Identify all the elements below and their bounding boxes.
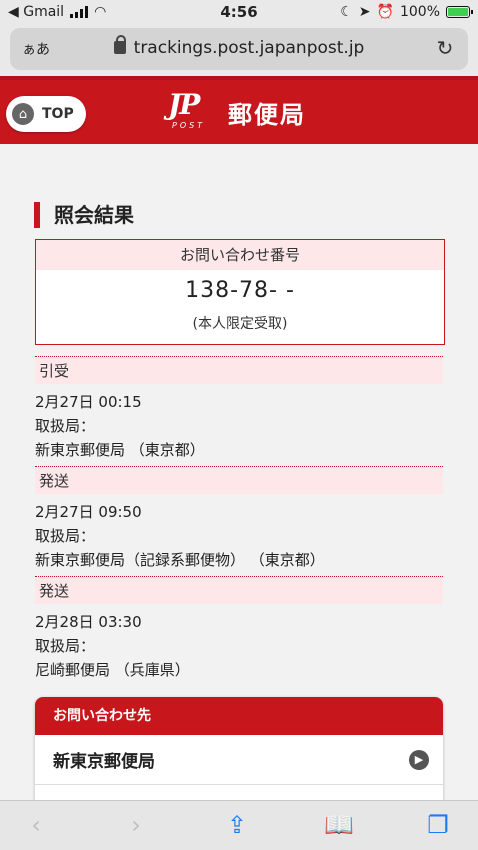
moon-icon: ☾: [340, 4, 353, 20]
alarm-icon: ⏰: [376, 4, 394, 20]
browser-toolbar: ‹ › ⇪ 📖 ❐: [0, 800, 478, 850]
contact-office-name: 新東京郵便局: [53, 752, 155, 772]
event-details: 2月27日 00:15 取扱局： 新東京郵便局 （東京都）: [35, 390, 443, 462]
event-status: 発送: [35, 576, 443, 604]
battery-icon: [446, 6, 473, 18]
site-header: ⌂ TOP JP POST 郵便局: [0, 76, 478, 144]
contact-card: お問い合わせ先 新東京郵便局 ▶: [35, 697, 443, 817]
tabs-icon[interactable]: ❐: [424, 811, 452, 839]
contact-title: お問い合わせ先: [35, 697, 443, 735]
inquiry-number-box: お問い合わせ番号 138-78- - (本人限定受取): [35, 239, 445, 345]
tracking-number: 138-78- -: [185, 278, 295, 303]
address-bar[interactable]: ぁあ trackings.post.japanpost.jp ↻: [10, 28, 468, 70]
event-details: 2月27日 09:50 取扱局： 新東京郵便局（記録系郵便物） （東京都）: [35, 500, 443, 572]
top-button-label: TOP: [42, 106, 74, 122]
location-icon: ➤: [358, 4, 371, 20]
event-details: 2月28日 03:30 取扱局： 尼崎郵便局 （兵庫県）: [35, 610, 443, 682]
event-office: 新東京郵便局 （東京都）: [35, 441, 205, 459]
main-content: 照会結果 お問い合わせ番号 138-78- - (本人限定受取) 引受 2月27…: [0, 144, 478, 817]
lock-icon: [113, 35, 126, 54]
inquiry-number-label: お問い合わせ番号: [36, 240, 444, 270]
event-office-label: 取扱局：: [35, 637, 96, 655]
contact-office-link[interactable]: 新東京郵便局 ▶: [35, 735, 443, 785]
battery-percent: 100%: [399, 4, 440, 20]
event-datetime: 2月27日 00:15: [35, 393, 142, 411]
event-status: 引受: [35, 356, 443, 384]
bookmarks-icon[interactable]: 📖: [324, 811, 354, 839]
japan-post-logo[interactable]: JP POST 郵便局: [166, 88, 306, 132]
forward-icon[interactable]: ›: [122, 811, 150, 839]
status-bar: ◀ Gmail ◠ 4:56 ☾ ➤ ⏰ 100%: [0, 0, 478, 26]
back-icon[interactable]: ‹: [22, 811, 50, 839]
url-text[interactable]: trackings.post.japanpost.jp: [134, 38, 365, 58]
share-icon[interactable]: ⇪: [223, 811, 251, 839]
reload-icon[interactable]: ↻: [434, 37, 456, 59]
jp-logo-mark: JP POST: [168, 88, 206, 130]
browser-chrome: ぁあ trackings.post.japanpost.jp ↻: [0, 26, 478, 76]
event-office-label: 取扱局：: [35, 527, 96, 545]
chevron-right-icon: ▶: [409, 750, 429, 770]
event-status: 発送: [35, 466, 443, 494]
event-datetime: 2月27日 09:50: [35, 503, 142, 521]
brand-name: 郵便局: [228, 100, 306, 129]
event-office-label: 取扱局：: [35, 417, 96, 435]
home-icon: ⌂: [12, 103, 34, 125]
delivery-note: (本人限定受取): [192, 316, 288, 332]
event-datetime: 2月28日 03:30: [35, 613, 142, 631]
top-button[interactable]: ⌂ TOP: [6, 96, 86, 132]
section-title: 照会結果: [34, 202, 134, 228]
event-office: 新東京郵便局（記録系郵便物） （東京都）: [35, 551, 325, 569]
event-office: 尼崎郵便局 （兵庫県）: [35, 661, 190, 679]
